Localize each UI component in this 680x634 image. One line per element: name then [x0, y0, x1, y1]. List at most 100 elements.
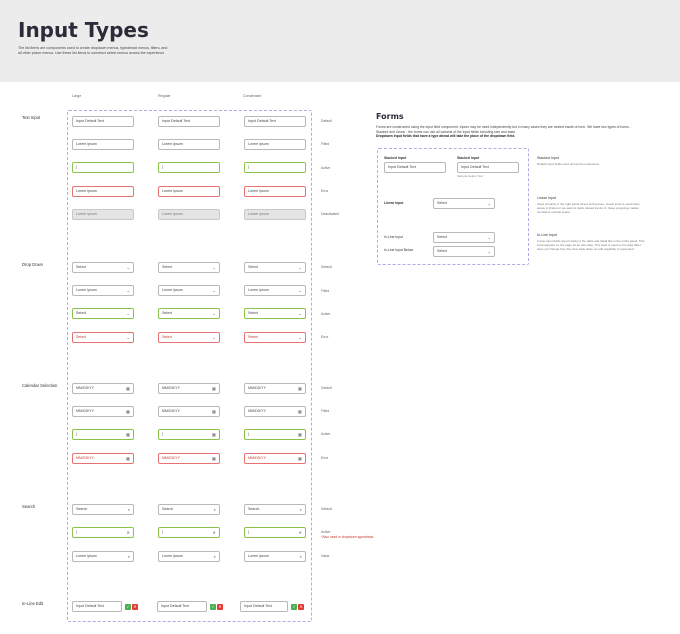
calendar-icon[interactable]: ▦ — [298, 454, 302, 463]
text-input-condensed-filled[interactable]: Lorem ipsum — [244, 139, 306, 150]
inline-input-below-label: In-Line Input Below — [384, 248, 414, 252]
dropdown-regular-filled[interactable]: Lorem ipsum ⌄ — [158, 285, 220, 296]
chevron-down-icon: ⌄ — [126, 265, 130, 270]
calendar-large-error[interactable]: MM/DD/YY ▦ — [72, 453, 134, 464]
dropdown-condensed-error[interactable]: Select ⌄ — [244, 332, 306, 343]
calendar-icon[interactable]: ▦ — [298, 430, 302, 439]
search-large-default[interactable]: Search ⌕ — [72, 504, 134, 515]
dropdown-condensed-active[interactable]: Select ⌄ — [244, 308, 306, 319]
forms-description: Forms are constructed using the input fi… — [376, 125, 631, 139]
search-regular-value[interactable]: Lorem ipsum ⌕ — [158, 551, 220, 562]
dropdown-condensed-default[interactable]: Select ⌄ — [244, 262, 306, 273]
dropdown-large-error[interactable]: Select ⌄ — [72, 332, 134, 343]
search-icon[interactable]: ⌕ — [300, 552, 302, 561]
inline-input-field[interactable]: Select ⌄ — [433, 232, 495, 243]
state-search-active: Active — [321, 530, 331, 534]
text-input-regular-filled[interactable]: Lorem ipsum — [158, 139, 220, 150]
search-icon[interactable]: ⌕ — [214, 505, 216, 514]
calendar-condensed-default[interactable]: MM/DD/YY ▦ — [244, 383, 306, 394]
calendar-large-active[interactable]: | ▦ — [72, 429, 134, 440]
dropdown-large-default[interactable]: Select ⌄ — [72, 262, 134, 273]
chevron-down-icon: ⌄ — [298, 265, 302, 270]
inline-edit-condensed[interactable]: Input Default Text — [240, 601, 288, 612]
close-icon[interactable]: ✕ — [126, 528, 130, 537]
search-large-active[interactable]: | ✕ — [72, 527, 134, 538]
text-input-condensed-active[interactable]: | — [244, 162, 306, 173]
check-icon[interactable]: ✓ — [210, 604, 216, 610]
state-default: Default — [321, 507, 332, 511]
calendar-regular-default[interactable]: MM/DD/YY ▦ — [158, 383, 220, 394]
calendar-icon[interactable]: ▦ — [126, 384, 130, 393]
calendar-regular-filled[interactable]: MM/DD/YY ▦ — [158, 406, 220, 417]
calendar-condensed-error[interactable]: MM/DD/YY ▦ — [244, 453, 306, 464]
state-default: Default — [321, 265, 332, 269]
state-active: Active — [321, 166, 331, 170]
calendar-large-default[interactable]: MM/DD/YY ▦ — [72, 383, 134, 394]
section-inline-edit: In-Line Edit — [22, 601, 44, 606]
chevron-down-icon: ⌄ — [487, 235, 491, 240]
calendar-regular-active[interactable]: | ▦ — [158, 429, 220, 440]
text-input-large-default[interactable]: Input Default Text — [72, 116, 134, 127]
linear-input-field[interactable]: Select ⌄ — [433, 198, 495, 209]
calendar-condensed-active[interactable]: | ▦ — [244, 429, 306, 440]
search-large-value[interactable]: Lorem ipsum ⌕ — [72, 551, 134, 562]
text-input-regular-active[interactable]: | — [158, 162, 220, 173]
state-filled: Filled — [321, 142, 330, 146]
check-icon[interactable]: ✓ — [291, 604, 297, 610]
calendar-icon[interactable]: ▦ — [212, 430, 216, 439]
calendar-icon[interactable]: ▦ — [298, 384, 302, 393]
close-icon[interactable]: ✕ — [212, 528, 216, 537]
search-condensed-active[interactable]: | ✕ — [244, 527, 306, 538]
text-input-condensed-error[interactable]: Lorem ipsum — [244, 186, 306, 197]
inline-input-below-field[interactable]: Select ⌄ — [433, 246, 495, 257]
dropdown-regular-active[interactable]: Select ⌄ — [158, 308, 220, 319]
inline-edit-large[interactable]: Input Default Text — [72, 601, 122, 612]
cancel-icon[interactable]: ✕ — [298, 604, 304, 610]
column-header-condensed: Condensed — [243, 94, 262, 98]
stacked-input-field[interactable]: Input Default Text — [384, 162, 446, 173]
cancel-icon[interactable]: ✕ — [132, 604, 138, 610]
search-condensed-value[interactable]: Lorem ipsum ⌕ — [244, 551, 306, 562]
calendar-condensed-filled[interactable]: MM/DD/YY ▦ — [244, 406, 306, 417]
dropdown-regular-error[interactable]: Select ⌄ — [158, 332, 220, 343]
inline-edit-regular[interactable]: Input Default Text — [157, 601, 207, 612]
text-input-condensed-default[interactable]: Input Default Text — [244, 116, 306, 127]
note-linear-title: Linear Input — [537, 196, 556, 200]
dropdown-condensed-filled[interactable]: Lorem ipsum ⌄ — [244, 285, 306, 296]
search-icon[interactable]: ⌕ — [128, 552, 130, 561]
chevron-down-icon: ⌄ — [298, 335, 302, 340]
search-icon[interactable]: ⌕ — [300, 505, 302, 514]
close-icon[interactable]: ✕ — [298, 528, 302, 537]
calendar-regular-error[interactable]: MM/DD/YY ▦ — [158, 453, 220, 464]
calendar-icon[interactable]: ▦ — [126, 454, 130, 463]
note-linear-body: Used primarily in the right panel where … — [537, 202, 640, 214]
state-error: Error — [321, 456, 329, 460]
section-search: Search — [22, 504, 36, 509]
chevron-down-icon: ⌄ — [126, 288, 130, 293]
search-icon[interactable]: ⌕ — [214, 552, 216, 561]
cancel-icon[interactable]: ✕ — [217, 604, 223, 610]
calendar-icon[interactable]: ▦ — [212, 454, 216, 463]
note-stacked-body: Default input fields used across the exp… — [537, 162, 600, 166]
calendar-icon[interactable]: ▦ — [212, 407, 216, 416]
text-input-regular-default[interactable]: Input Default Text — [158, 116, 220, 127]
dropdown-regular-default[interactable]: Select ⌄ — [158, 262, 220, 273]
text-input-regular-error[interactable]: Lorem ipsum — [158, 186, 220, 197]
calendar-icon[interactable]: ▦ — [212, 384, 216, 393]
text-input-large-active[interactable]: | — [72, 162, 134, 173]
search-icon[interactable]: ⌕ — [128, 505, 130, 514]
calendar-icon[interactable]: ▦ — [126, 407, 130, 416]
stacked-input-field[interactable]: Input Default Text — [457, 162, 519, 173]
search-condensed-default[interactable]: Search ⌕ — [244, 504, 306, 515]
text-input-large-error[interactable]: Lorem ipsum — [72, 186, 134, 197]
calendar-icon[interactable]: ▦ — [126, 430, 130, 439]
search-regular-active[interactable]: | ✕ — [158, 527, 220, 538]
chevron-down-icon: ⌄ — [212, 288, 216, 293]
check-icon[interactable]: ✓ — [125, 604, 131, 610]
calendar-icon[interactable]: ▦ — [298, 407, 302, 416]
dropdown-large-filled[interactable]: Lorem ipsum ⌄ — [72, 285, 134, 296]
dropdown-large-active[interactable]: Select ⌄ — [72, 308, 134, 319]
calendar-large-filled[interactable]: MM/DD/YY ▦ — [72, 406, 134, 417]
search-regular-default[interactable]: Search ⌕ — [158, 504, 220, 515]
text-input-large-filled[interactable]: Lorem ipsum — [72, 139, 134, 150]
